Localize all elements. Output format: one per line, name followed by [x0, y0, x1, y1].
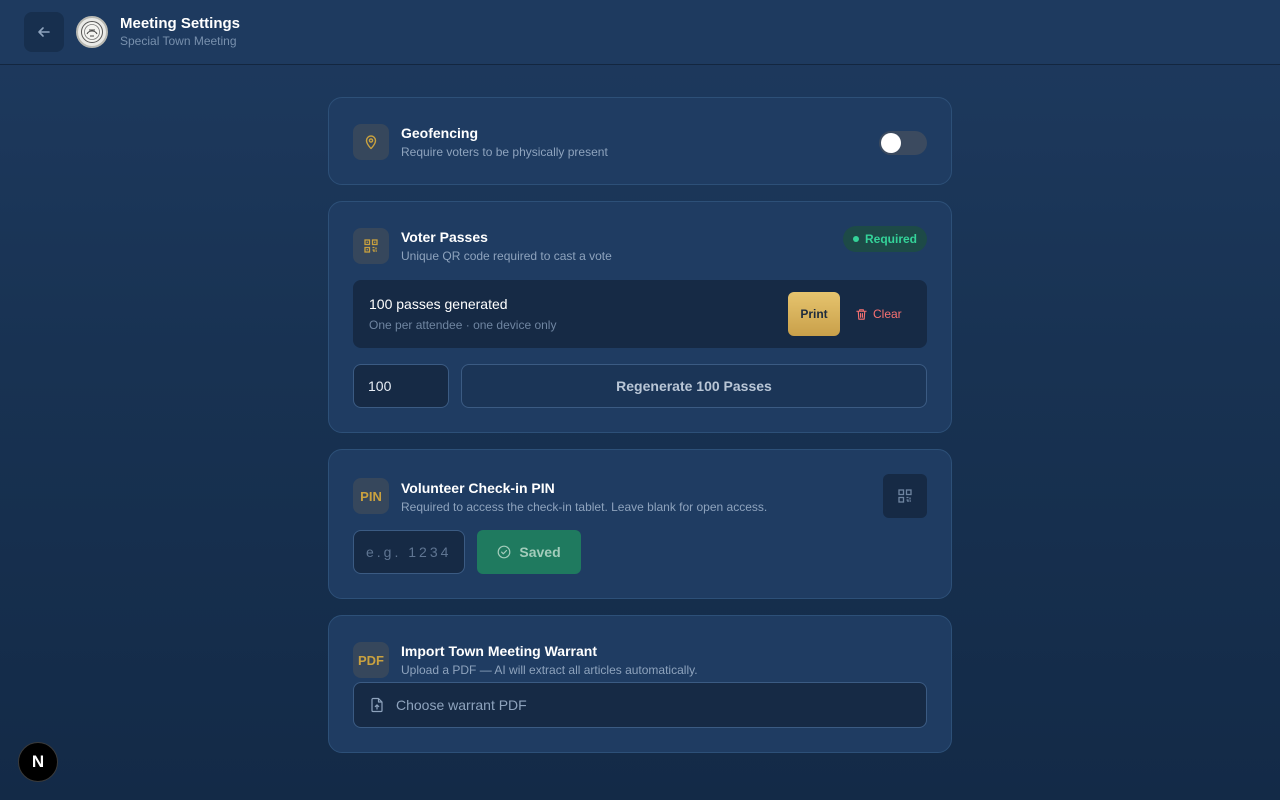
geofencing-icon-tile: [353, 124, 389, 160]
required-badge: Required: [842, 226, 927, 252]
map-pin-icon: [365, 135, 377, 150]
pin-icon-tile: PIN: [353, 478, 389, 514]
geofencing-toggle[interactable]: [879, 131, 927, 155]
toggle-knob: [881, 133, 901, 153]
print-button[interactable]: Print: [788, 292, 840, 336]
page-subtitle: Special Town Meeting: [120, 34, 237, 48]
passes-status-panel: 100 passes generated One per attendee · …: [353, 280, 927, 348]
saved-button[interactable]: Saved: [477, 530, 581, 574]
warrant-import-card: PDF Import Town Meeting Warrant Upload a…: [328, 615, 952, 753]
voter-passes-icon-tile: [353, 228, 389, 264]
regenerate-passes-button[interactable]: Regenerate 100 Passes: [461, 364, 927, 408]
file-picker-label: Choose warrant PDF: [396, 697, 527, 713]
passes-info-label: One per attendee · one device only: [369, 318, 557, 332]
trash-icon: [856, 308, 867, 320]
pin-input[interactable]: [353, 530, 465, 574]
file-upload-icon: [371, 697, 383, 713]
required-badge-label: Required: [864, 232, 917, 246]
geofencing-description: Require voters to be physically present: [401, 145, 608, 159]
qr-code-icon: [898, 489, 912, 503]
arrow-left-icon: [38, 27, 50, 37]
page-title: Meeting Settings: [120, 15, 241, 32]
checkin-pin-description: Required to access the check-in tablet. …: [401, 500, 768, 514]
geofencing-title: Geofencing: [401, 125, 479, 141]
geofencing-card: Geofencing Require voters to be physical…: [328, 97, 952, 185]
town-seal-logo: [76, 16, 108, 48]
clear-button[interactable]: Clear: [855, 292, 915, 336]
top-bar: Meeting Settings Special Town Meeting: [0, 0, 1280, 65]
pdf-icon-tile: PDF: [353, 642, 389, 678]
dev-tools-badge[interactable]: N: [18, 742, 58, 782]
checkin-pin-title: Volunteer Check-in PIN: [401, 480, 555, 496]
qr-code-icon: [364, 239, 378, 253]
warrant-file-picker[interactable]: Choose warrant PDF: [353, 682, 927, 728]
status-dot: [852, 236, 859, 242]
back-button[interactable]: [24, 12, 64, 52]
voter-passes-card: Voter Passes Unique QR code required to …: [328, 201, 952, 433]
pass-count-input[interactable]: [353, 364, 449, 408]
saved-button-label: Saved: [519, 544, 561, 560]
warrant-import-description: Upload a PDF — AI will extract all artic…: [401, 663, 698, 677]
voter-passes-title: Voter Passes: [401, 229, 488, 245]
voter-passes-description: Unique QR code required to cast a vote: [401, 249, 612, 263]
passes-count-label: 100 passes generated: [369, 296, 508, 312]
checkin-pin-card: PIN Volunteer Check-in PIN Required to a…: [328, 449, 952, 599]
town-seal-icon: [81, 21, 103, 43]
clear-button-label: Clear: [873, 307, 902, 321]
warrant-import-title: Import Town Meeting Warrant: [401, 643, 597, 659]
check-circle-icon: [497, 545, 511, 559]
checkin-qr-button[interactable]: [883, 474, 927, 518]
